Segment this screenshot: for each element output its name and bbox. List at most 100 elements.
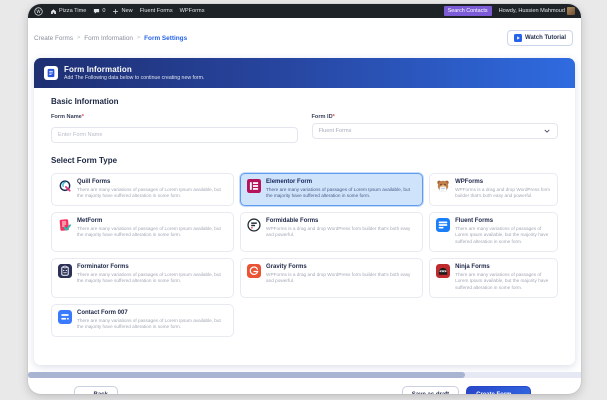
ninja-forms-icon [436, 264, 450, 278]
form-name-input[interactable] [51, 127, 298, 143]
gravity-forms-icon [247, 264, 261, 278]
fluent-forms-icon [436, 218, 450, 232]
form-type-description: There are many variations of passages of… [455, 272, 551, 292]
wp-admin-bar: W Pizza Time 0 New Fluent Forms WPForms … [28, 4, 581, 18]
wp-logo-icon[interactable]: W [34, 7, 43, 16]
basic-fields: Form Name* Form ID* Fluent Forms [51, 114, 558, 143]
right-arrow-icon: → [515, 391, 522, 394]
form-type-card-quill-forms[interactable]: Quill Forms There are many variations of… [51, 173, 234, 206]
wpforms-bear-icon [436, 179, 450, 193]
basic-information-title: Basic Information [51, 97, 558, 106]
menu-fluent-forms-label: Fluent Forms [140, 8, 173, 14]
form-type-card-wpforms[interactable]: WPForms WPForms is a drag and drop WordP… [429, 173, 558, 206]
form-id-field: Form ID* Fluent Forms [312, 114, 559, 143]
form-type-grid: Quill Forms There are many variations of… [51, 173, 558, 337]
card-subtitle: Add The Following data below to continue… [64, 75, 204, 81]
footer-actions: ← Back Save as draft Create Form → [28, 378, 581, 394]
watch-tutorial-button[interactable]: Watch Tutorial [507, 30, 573, 46]
forminator-forms-icon [58, 264, 72, 278]
form-id-value: Fluent Forms [319, 128, 352, 134]
breadcrumb-row: Create Forms > Form Information > Form S… [28, 18, 581, 46]
form-type-description: WPForms is a drag and drop WordPress for… [455, 187, 551, 201]
horizontal-scrollbar[interactable] [28, 372, 581, 378]
left-arrow-icon: ← [84, 391, 91, 394]
form-type-name: Forminator Forms [77, 264, 227, 270]
required-mark: * [82, 114, 84, 120]
avatar [567, 7, 575, 15]
form-type-name: Ninja Forms [455, 264, 551, 270]
create-form-label: Create Form [476, 392, 511, 394]
metform-icon [58, 218, 72, 232]
form-type-description: There are many variations of passages of… [77, 187, 227, 201]
form-document-icon [44, 66, 58, 80]
comment-icon [93, 8, 100, 15]
elementor-icon [247, 179, 261, 193]
form-information-card: Form Information Add The Following data … [34, 58, 575, 365]
back-label: Back [94, 392, 108, 394]
create-form-button[interactable]: Create Form → [466, 386, 531, 394]
card-body: Basic Information Form Name* Form ID* Fl… [34, 88, 575, 365]
menu-fluent-forms[interactable]: Fluent Forms [140, 8, 173, 14]
quill-forms-icon [58, 179, 72, 193]
form-id-label: Form ID* [312, 114, 559, 120]
form-type-card-fluent-forms[interactable]: Fluent Forms There are many variations o… [429, 212, 558, 252]
form-type-card-ninja-forms[interactable]: Ninja Forms There are many variations of… [429, 258, 558, 298]
required-mark: * [333, 114, 335, 120]
form-type-name: MetForm [77, 218, 227, 224]
form-type-name: Contact Form 007 [77, 310, 227, 316]
search-contacts-button[interactable]: Search Contacts [444, 6, 492, 16]
breadcrumb-separator: > [137, 35, 140, 41]
card-title: Form Information [64, 65, 204, 74]
form-name-label: Form Name* [51, 114, 298, 120]
form-type-name: Elementor Form [266, 179, 416, 185]
comments-menu[interactable]: 0 [93, 8, 105, 15]
comments-count: 0 [102, 8, 105, 14]
select-form-type-title: Select Form Type [51, 156, 558, 165]
new-label: New [121, 8, 132, 14]
scrollbar-thumb[interactable] [28, 372, 465, 378]
chevron-down-icon [543, 127, 551, 135]
form-type-card-contact-form-007[interactable]: Contact Form 007 There are many variatio… [51, 304, 234, 337]
form-type-description: WPForms is a drag and drop WordPress for… [266, 226, 416, 240]
account-menu[interactable]: Howdy, Hussien Mahmoud [499, 7, 575, 15]
form-type-card-formidable-forms[interactable]: Formidable Forms WPForms is a drag and d… [240, 212, 423, 252]
formidable-forms-icon [247, 218, 261, 232]
form-type-description: There are many variations of passages of… [455, 226, 551, 246]
form-type-card-metform[interactable]: MetForm There are many variations of pas… [51, 212, 234, 252]
form-type-description: WPForms is a drag and drop WordPress for… [266, 272, 416, 286]
form-type-description: There are many variations of passages of… [77, 318, 227, 332]
form-name-field: Form Name* [51, 114, 298, 143]
breadcrumb-separator: > [77, 35, 80, 41]
form-type-name: Quill Forms [77, 179, 227, 185]
save-as-draft-button[interactable]: Save as draft [402, 386, 459, 394]
app-window: W Pizza Time 0 New Fluent Forms WPForms … [28, 4, 581, 394]
home-icon [50, 8, 57, 15]
form-type-description: There are many variations of passages of… [77, 272, 227, 286]
card-header: Form Information Add The Following data … [34, 58, 575, 88]
back-button[interactable]: ← Back [74, 386, 118, 394]
form-type-name: Fluent Forms [455, 218, 551, 224]
menu-wpforms[interactable]: WPForms [180, 8, 205, 14]
site-name: Pizza Time [59, 8, 86, 14]
form-type-description: There are many variations of passages of… [77, 226, 227, 240]
form-type-card-forminator-forms[interactable]: Forminator Forms There are many variatio… [51, 258, 234, 298]
howdy-label: Howdy, Hussien Mahmoud [499, 8, 565, 14]
new-content-menu[interactable]: New [112, 8, 132, 15]
form-type-name: Formidable Forms [266, 218, 416, 224]
breadcrumb-create-forms[interactable]: Create Forms [34, 35, 73, 42]
form-type-name: Gravity Forms [266, 264, 416, 270]
contact-form-007-icon [58, 310, 72, 324]
form-type-card-elementor-form[interactable]: Elementor Form There are many variations… [240, 173, 423, 206]
breadcrumb-form-information[interactable]: Form Information [84, 35, 133, 42]
breadcrumb: Create Forms > Form Information > Form S… [34, 35, 187, 42]
plus-icon [112, 8, 119, 15]
form-id-select[interactable]: Fluent Forms [312, 123, 559, 139]
form-type-card-gravity-forms[interactable]: Gravity Forms WPForms is a drag and drop… [240, 258, 423, 298]
site-name-menu[interactable]: Pizza Time [50, 8, 86, 15]
form-type-name: WPForms [455, 179, 551, 185]
form-type-description: There are many variations of passages of… [266, 187, 416, 201]
watch-tutorial-label: Watch Tutorial [525, 35, 566, 41]
breadcrumb-form-settings[interactable]: Form Settings [144, 35, 187, 42]
save-draft-label: Save as draft [412, 392, 449, 394]
play-icon [514, 34, 522, 42]
